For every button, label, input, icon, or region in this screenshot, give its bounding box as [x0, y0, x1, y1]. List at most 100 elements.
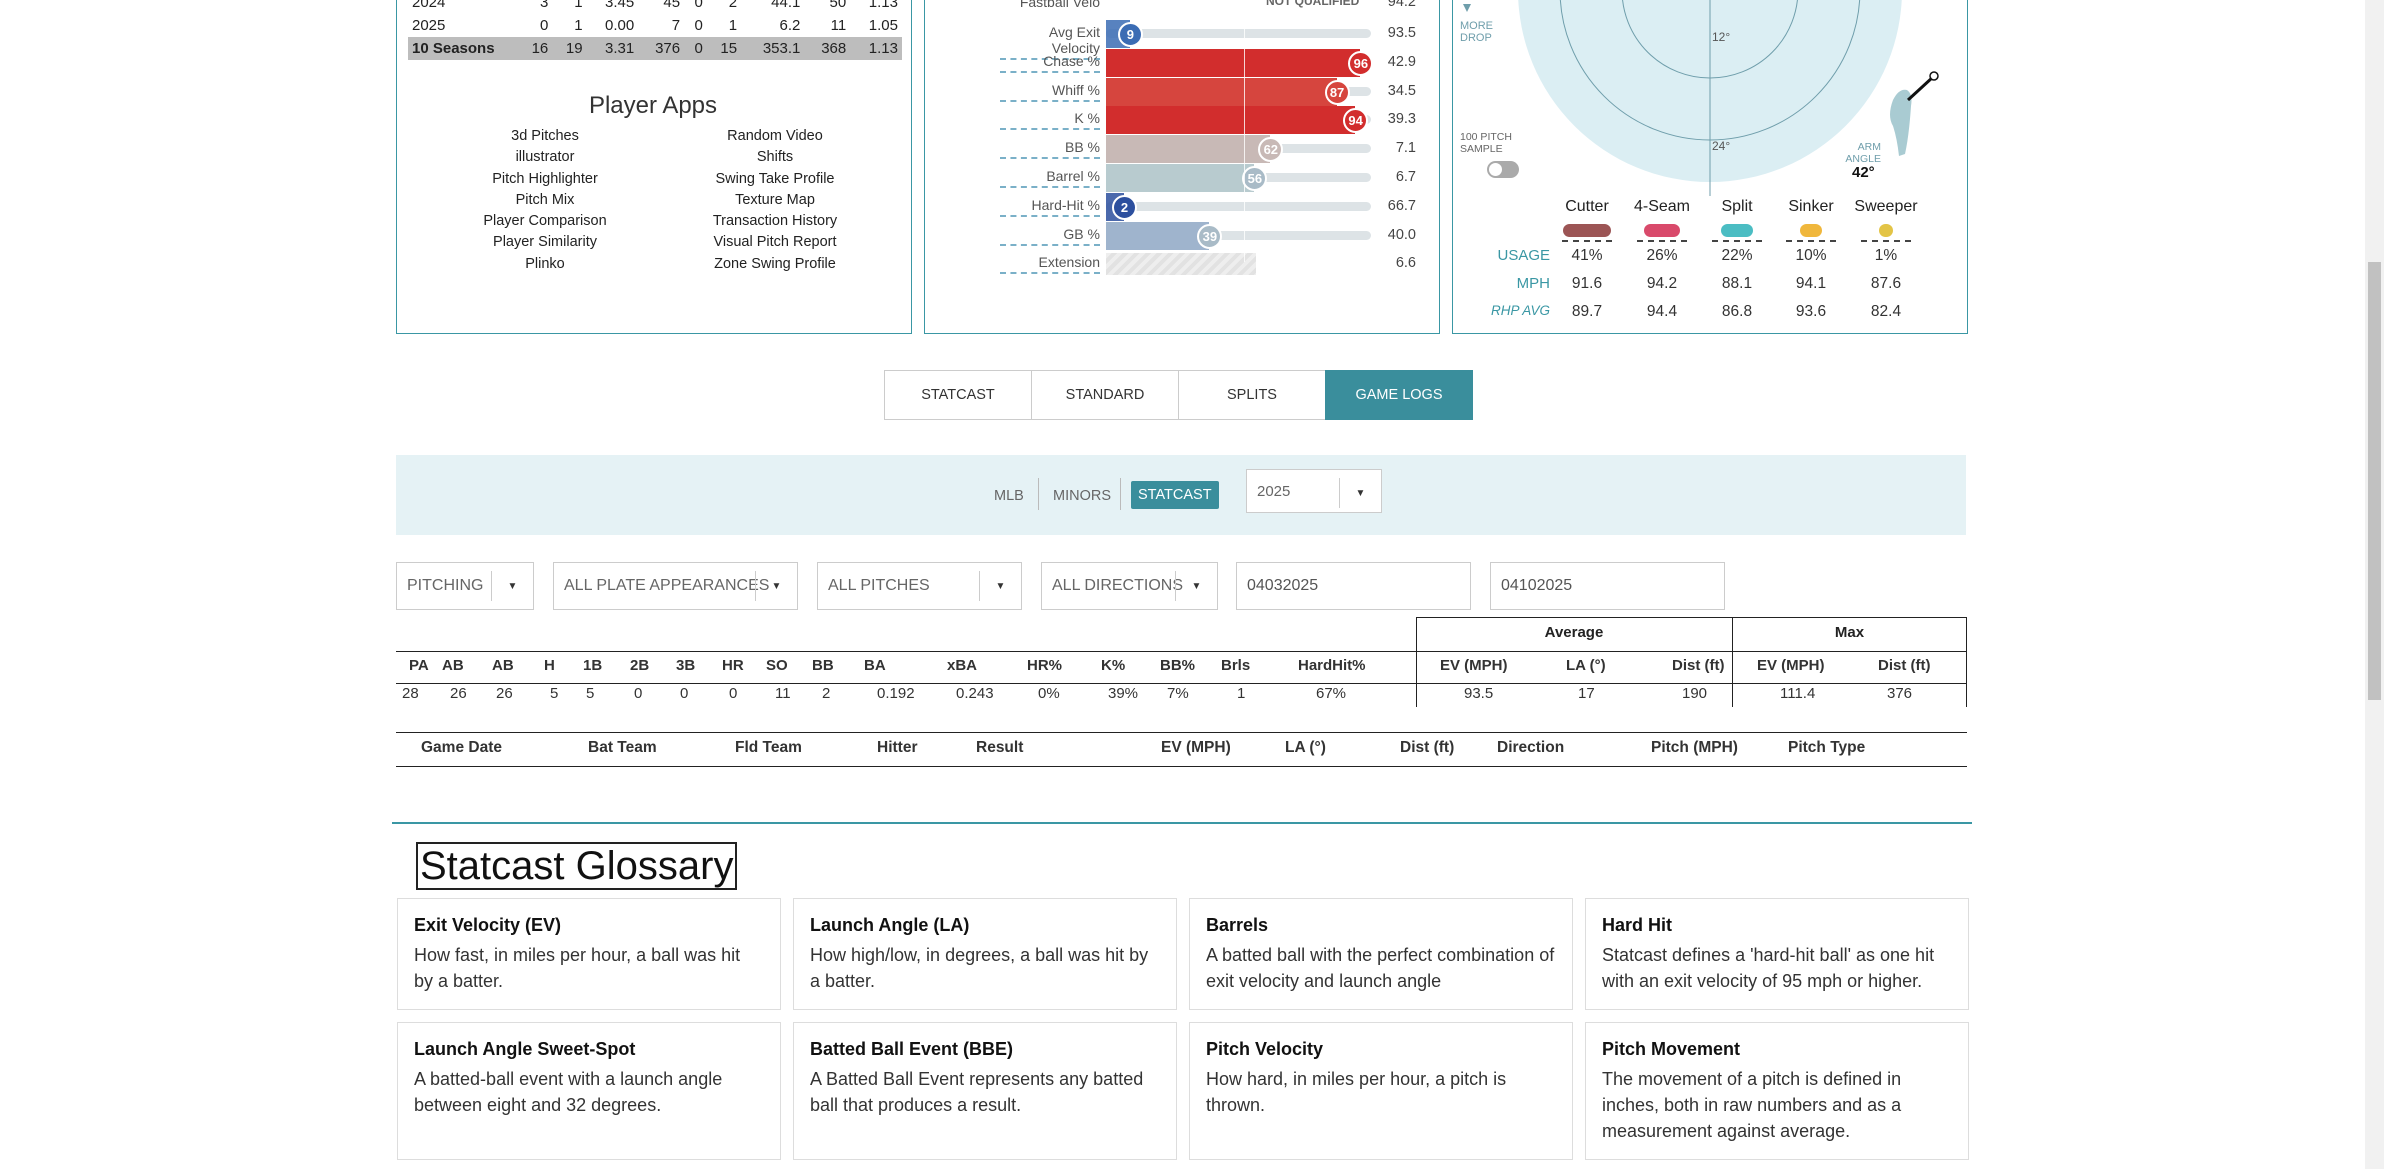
player-app-link[interactable]: Player Similarity — [430, 234, 660, 250]
player-app-link[interactable]: Transaction History — [660, 213, 890, 229]
season-cell: 10 Seasons — [408, 37, 518, 60]
stats-value-cell: 17 — [1578, 685, 1595, 702]
game-log-column-header[interactable]: Dist (ft) — [1400, 739, 1454, 757]
player-app-link[interactable]: Zone Swing Profile — [660, 256, 890, 272]
level-statcast[interactable]: STATCAST — [1131, 481, 1219, 509]
tab-label: STANDARD — [1065, 387, 1145, 403]
stats-column-header: AB — [492, 657, 514, 674]
stat-cell: 1.13 — [868, 0, 898, 11]
glossary-card: Pitch Velocity How hard, in miles per hou… — [1189, 1022, 1573, 1160]
directions-select[interactable]: ALL DIRECTIONS ▼ — [1041, 562, 1218, 610]
glossary-card-text: How hard, in miles per hour, a pitch is … — [1206, 1069, 1507, 1115]
pitch-mph: 91.6 — [1571, 275, 1603, 292]
pitch-usage: 10% — [1795, 247, 1827, 264]
percentile-row: Hard-Hit % 2 66.7 — [1000, 192, 1420, 221]
player-type-select[interactable]: PITCHING ▼ — [396, 562, 534, 610]
pitch-color-swatch — [1720, 223, 1754, 238]
stats-column-header: Brls — [1221, 657, 1251, 674]
level-minors[interactable]: MINORS — [1053, 488, 1111, 504]
chevron-down-icon: ▼ — [491, 571, 533, 601]
stat-cell: 3.45 — [605, 0, 635, 11]
percentile-label: Barrel % — [1000, 168, 1100, 188]
pitches-value: ALL PITCHES — [828, 577, 930, 594]
stat-cell: 0 — [684, 37, 707, 60]
stat-cell: 0 — [539, 17, 549, 34]
tab-label: SPLITS — [1227, 387, 1277, 403]
stats-value-cell: 11 — [775, 685, 791, 702]
game-log-column-header[interactable]: Hitter — [877, 739, 917, 757]
pitches-select[interactable]: ALL PITCHES ▼ — [817, 562, 1022, 610]
stats-value-cell: 26 — [496, 685, 513, 702]
player-app-link[interactable]: Pitch Mix — [430, 192, 660, 208]
glossary-card-title: Batted Ball Event (BBE) — [810, 1039, 1014, 1059]
game-log-column-header[interactable]: Game Date — [421, 739, 502, 757]
stat-cell: 0 — [694, 17, 703, 34]
start-date-input[interactable]: 04032025 — [1236, 562, 1471, 610]
tab-statcast[interactable]: STATCAST — [884, 370, 1032, 420]
ring-24-label: 24° — [1712, 139, 1731, 153]
stat-cell: 19 — [552, 37, 587, 60]
tab-game-logs[interactable]: GAME LOGS — [1325, 370, 1473, 420]
player-app-link[interactable]: Plinko — [430, 256, 660, 272]
start-date-value: 04032025 — [1247, 577, 1319, 594]
stats-value-cell: 26 — [450, 685, 467, 702]
percentile-value: 93.5 — [1387, 25, 1416, 41]
stats-value-cell: 0 — [729, 685, 738, 702]
glossary-card-title: Launch Angle (LA) — [810, 915, 970, 935]
game-log-column-header[interactable]: Fld Team — [735, 739, 802, 757]
season-select[interactable]: 2025 ▼ — [1246, 469, 1382, 513]
stats-value-cell: 5 — [550, 685, 559, 702]
glossary-card: Barrels A batted ball with the perfect co… — [1189, 898, 1573, 1010]
player-app-link[interactable]: Player Comparison — [430, 213, 660, 229]
stats-value-cell: 0.243 — [956, 685, 994, 702]
glossary-card-text: How high/low, in degrees, a ball was hit… — [810, 945, 1149, 991]
glossary-card: Launch Angle Sweet-Spot A batted-ball eve… — [397, 1022, 781, 1160]
player-app-link[interactable]: Swing Take Profile — [660, 171, 890, 187]
pitch-sample-toggle[interactable] — [1487, 161, 1519, 178]
player-app-link[interactable]: 3d Pitches — [430, 128, 660, 144]
glossary-card: Batted Ball Event (BBE) A Batted Ball Eve… — [793, 1022, 1177, 1160]
glossary-card-title: Pitch Velocity — [1206, 1039, 1324, 1059]
game-log-column-header[interactable]: LA (°) — [1285, 739, 1326, 757]
tab-standard[interactable]: STANDARD — [1031, 370, 1179, 420]
game-log-column-header[interactable]: Bat Team — [588, 739, 657, 757]
game-log-column-header[interactable]: Result — [976, 739, 1023, 757]
pitch-type-header: Sweeper — [1854, 198, 1918, 215]
player-app-link[interactable]: Shifts — [660, 149, 890, 165]
page-scrollbar-thumb[interactable] — [2368, 262, 2381, 700]
stats-column-header: SO — [766, 657, 788, 674]
player-app-link[interactable]: Random Video — [660, 128, 890, 144]
stats-column-header: HR% — [1027, 657, 1063, 674]
level-mlb[interactable]: MLB — [994, 488, 1024, 504]
glossary-card: Launch Angle (LA) How high/low, in degree… — [793, 898, 1177, 1010]
player-app-link[interactable]: Texture Map — [660, 192, 890, 208]
stats-column-header: Dist (ft) — [1672, 657, 1725, 674]
percentile-fill — [1106, 164, 1255, 192]
tab-label: STATCAST — [921, 387, 995, 403]
stats-column-header: Dist (ft) — [1878, 657, 1931, 674]
game-log-column-header[interactable]: EV (MPH) — [1161, 739, 1231, 757]
average-group-header: Average — [1544, 624, 1604, 641]
tab-splits[interactable]: SPLITS — [1178, 370, 1326, 420]
percentile-track — [1106, 29, 1371, 38]
end-date-input[interactable]: 04102025 — [1490, 562, 1725, 610]
player-app-link[interactable]: Pitch Highlighter — [430, 171, 660, 187]
player-app-link[interactable]: Visual Pitch Report — [660, 234, 890, 250]
game-log-column-header[interactable]: Direction — [1497, 739, 1564, 757]
percentile-fill — [1106, 77, 1337, 106]
pitcher-arm-angle-icon — [1890, 71, 1939, 156]
plate-appearances-select[interactable]: ALL PLATE APPEARANCES ▼ — [553, 562, 798, 610]
stat-cell: 0 — [694, 0, 703, 11]
percentile-rank-badge: 62 — [1258, 137, 1284, 163]
percentile-row: GB % 39 40.0 — [1000, 221, 1420, 250]
pitch-mph: 87.6 — [1870, 275, 1902, 292]
glossary-card-text: Statcast defines a 'hard-hit ball' as on… — [1602, 945, 1935, 991]
glossary-card-title: Barrels — [1206, 915, 1269, 935]
pitch-dashed-divider — [1712, 240, 1762, 242]
stats-value-cell: 7% — [1167, 685, 1189, 702]
player-app-link[interactable]: illustrator — [430, 149, 660, 165]
stats-value-cell: 67% — [1316, 685, 1347, 702]
stat-cell: 1 — [574, 0, 583, 11]
game-log-column-header[interactable]: Pitch Type — [1788, 739, 1865, 757]
game-log-column-header[interactable]: Pitch (MPH) — [1651, 739, 1738, 757]
